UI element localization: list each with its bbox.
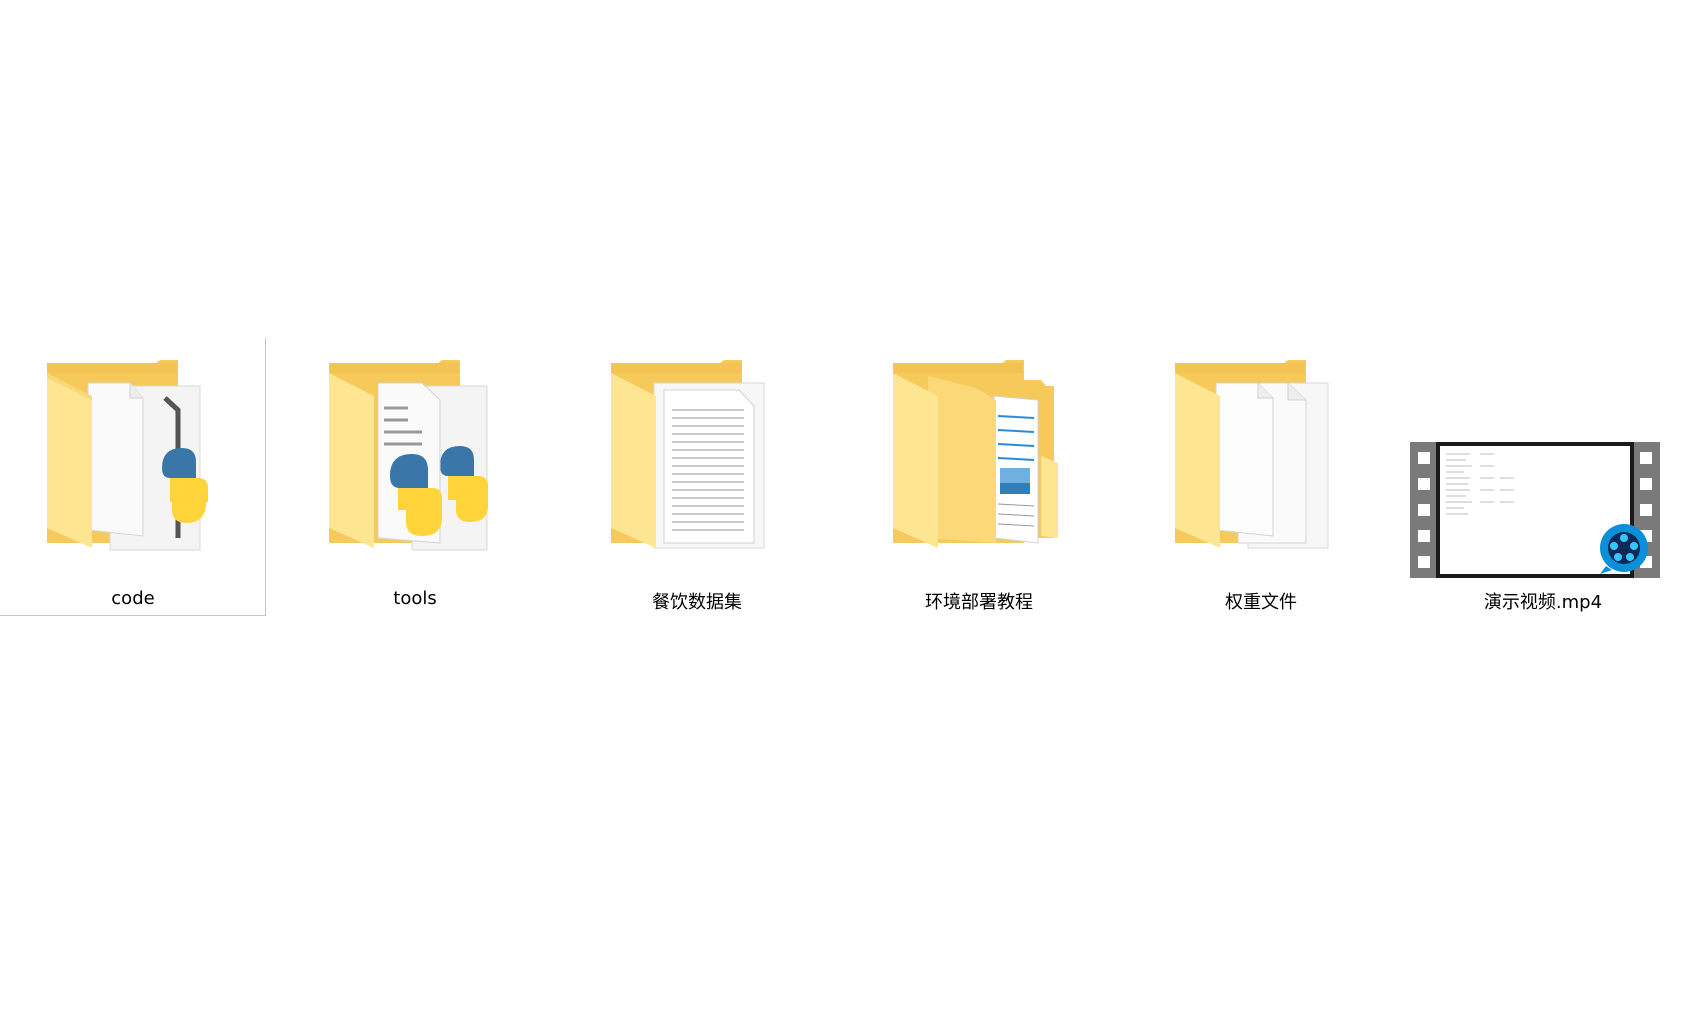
- file-explorer-content: code tools 餐饮数据集 环境部署教程 权重文件 演示视频.mp4: [0, 0, 1696, 1023]
- file-item-code[interactable]: code: [0, 338, 266, 616]
- file-item-label: code: [111, 588, 155, 609]
- file-item-label: 权重文件: [1225, 592, 1297, 613]
- file-item-env-deploy-tutorial[interactable]: 环境部署教程: [846, 338, 1112, 616]
- folder-files-icon: [1175, 360, 1329, 549]
- folder-document-icon: [611, 360, 765, 549]
- file-item-label: 餐饮数据集: [652, 592, 742, 613]
- file-item-demo-video[interactable]: 演示视频.mp4: [1410, 338, 1676, 616]
- file-item-label: tools: [393, 588, 437, 609]
- file-item-weights[interactable]: 权重文件: [1128, 338, 1394, 616]
- file-item-label: 演示视频.mp4: [1483, 592, 1603, 613]
- folder-tutorial-icon: [893, 360, 1058, 548]
- file-item-label: 环境部署教程: [925, 592, 1033, 613]
- file-item-tools[interactable]: tools: [282, 338, 548, 616]
- folder-python-icon: [47, 360, 208, 551]
- file-item-restaurant-dataset[interactable]: 餐饮数据集: [564, 338, 830, 616]
- video-file-icon: [1410, 442, 1660, 578]
- folder-python-icon: [329, 360, 488, 551]
